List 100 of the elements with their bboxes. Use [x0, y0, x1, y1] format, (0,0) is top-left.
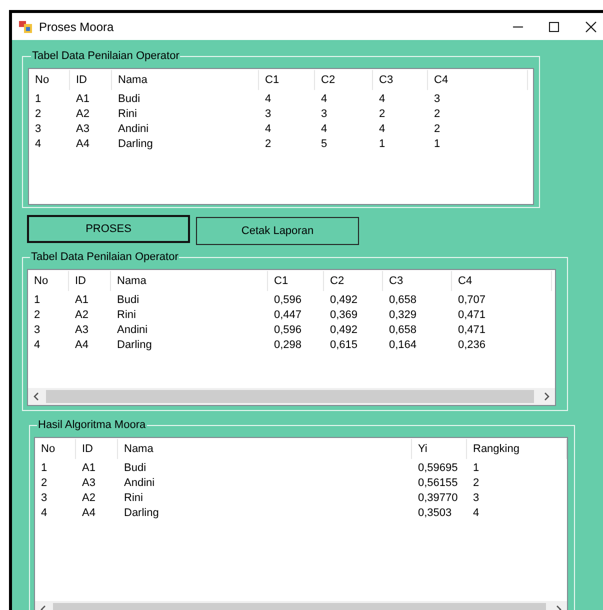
table-cell-text: 0,39770	[417, 490, 459, 504]
column-header[interactable]: C1	[259, 70, 315, 90]
table-cell-text: 0,298	[273, 338, 303, 352]
table-cell-text: 0,59695	[417, 460, 459, 474]
table-cell-text: Andini	[116, 322, 149, 336]
table-cell-text: Andini	[123, 476, 156, 490]
scrollbar-thumb[interactable]	[46, 390, 534, 403]
table-cell-text: 0,492	[329, 292, 359, 306]
table-cell-text: 5	[320, 136, 328, 150]
table-cell-text: Rini	[116, 308, 137, 322]
group-title: Tabel Data Penilaian Operator	[31, 50, 180, 63]
group-title: Hasil Algoritma Moora	[37, 419, 147, 432]
table-cell-text: 4	[33, 338, 42, 352]
maximize-icon[interactable]	[548, 20, 560, 32]
table-cell-text: 3	[34, 122, 42, 136]
table-cell-text: A2	[74, 308, 90, 322]
table-cell-text: 0,492	[329, 322, 359, 336]
close-icon[interactable]	[585, 20, 597, 32]
column-header[interactable]: No	[29, 70, 70, 90]
table-cell-text: A4	[74, 338, 90, 352]
table-cell-text: 0,471	[457, 308, 487, 322]
column-header[interactable]: Nama	[118, 439, 412, 459]
column-header[interactable]: Nama	[112, 70, 259, 90]
table-cell-text: 4	[472, 506, 480, 520]
column-header[interactable]: C2	[315, 70, 373, 90]
scroll-right-icon[interactable]	[542, 392, 551, 401]
table-cell-text: 0,707	[457, 292, 487, 306]
column-header[interactable]: C3	[373, 70, 428, 90]
table-cell-text: 0,56155	[417, 476, 459, 490]
table-cell-text: 4	[320, 122, 328, 136]
table-cell-text: A2	[81, 490, 96, 504]
column-header[interactable]: Rangking	[467, 439, 567, 459]
table-cell-text: 3	[33, 322, 42, 336]
column-header[interactable]: ID	[70, 70, 112, 90]
table-cell-text: 3	[320, 106, 328, 120]
table-cell-text: Andini	[117, 122, 150, 136]
column-header[interactable]: C4	[452, 271, 552, 291]
table-cell-text: 0,658	[388, 292, 418, 306]
table-cell-text: 4	[264, 122, 272, 136]
table-cell-text: 0,596	[273, 292, 303, 306]
table-cell-text: Budi	[116, 292, 140, 306]
table-cell-text: 0,236	[457, 338, 487, 352]
column-header[interactable]: C1	[268, 271, 324, 291]
table-cell-text: 0,164	[388, 338, 418, 352]
table-cell-text: 4	[40, 506, 48, 520]
table-cell-text: 4	[34, 136, 42, 150]
table-cell-text: 4	[264, 92, 272, 106]
table-cell-text: Rini	[117, 106, 138, 120]
table-cell-text: 2	[264, 136, 272, 150]
table-cell-text: 0,615	[329, 338, 359, 352]
table-cell-text: 2	[34, 106, 42, 120]
table-cell-text: 4	[378, 92, 386, 106]
table-cell-text: 3	[433, 92, 442, 106]
table-cell-text: A1	[75, 92, 90, 106]
table-cell-text: A1	[81, 460, 96, 474]
table-cell-text: A1	[74, 292, 90, 306]
table-cell-text: A4	[75, 136, 90, 150]
table-cell-text: A3	[81, 476, 96, 490]
column-header[interactable]: C2	[324, 271, 383, 291]
table-cell-text: Budi	[123, 460, 148, 474]
list-view[interactable]: No ID Nama C1 C2 C3 C4 1 A1 Budi 4 4 4 3 2 A2 Rini 3 3 2 2 3 A3 Andini 4 4 4 2 4 A4 Darling 2 5 1 1	[28, 68, 534, 205]
table-cell-text: 0,471	[457, 322, 487, 336]
column-header[interactable]: No	[35, 439, 76, 459]
scroll-left-icon[interactable]	[32, 392, 41, 401]
list-view[interactable]: No ID Nama C1 C2 C3 C4 1 A1 Budi 0,596 0,492 0,658 0,707 2 A2 Rini 0,447 0,369 0,329 0,471 3 A3 Andini 0,596 0,492 0,658 0,471 4 A4 Darling 0,298 0,615 0,164 0,236	[27, 269, 556, 406]
list-view[interactable]: No ID Nama Yi Rangking 1 A1 Budi 0,59695 1 2 A3 Andini 0,56155 2 3 A2 Rini 0,39770 3 4 A4 Darling 0,3503 4	[34, 437, 568, 610]
table-cell-text: A2	[75, 106, 90, 120]
column-header[interactable]: No	[28, 271, 69, 291]
table-cell-text: 3	[264, 106, 272, 120]
table-cell-text: 2	[433, 106, 442, 120]
group-title: Tabel Data Penilaian Operator	[30, 251, 180, 264]
table-cell-text: 1	[33, 292, 42, 306]
horizontal-scrollbar[interactable]	[28, 388, 555, 405]
column-header[interactable]: C3	[383, 271, 452, 291]
table-cell-text: 3	[40, 490, 48, 504]
column-header[interactable]: ID	[69, 271, 111, 291]
table-cell-text: A3	[75, 122, 90, 136]
table-cell-text: 1	[40, 460, 48, 474]
table-cell-text: Budi	[117, 92, 142, 106]
table-cell-text: Darling	[123, 506, 160, 520]
table-cell-text: 0,3503	[417, 506, 453, 520]
action-button[interactable]: PROSES	[27, 215, 190, 243]
table-cell-text: 2	[40, 476, 48, 490]
table-cell-text: 0,369	[329, 308, 359, 322]
table-cell-text: 4	[320, 92, 328, 106]
table-cell-text: 0,658	[388, 322, 418, 336]
table-cell-text: A3	[74, 322, 90, 336]
table-cell-text: 2	[378, 106, 386, 120]
table-cell-text: 4	[378, 122, 386, 136]
app-icon	[19, 20, 32, 32]
table-cell-text: 1	[378, 136, 386, 150]
table-cell-text: 2	[472, 476, 480, 490]
column-header[interactable]: ID	[76, 439, 118, 459]
column-header[interactable]: C4	[428, 70, 528, 90]
column-header[interactable]: Yi	[412, 439, 467, 459]
column-header[interactable]: Nama	[111, 271, 268, 291]
window-title: Proses Moora	[39, 20, 114, 34]
table-cell-text: Darling	[116, 338, 153, 352]
action-button[interactable]: Cetak Laporan	[196, 217, 359, 245]
table-cell-text: 0,329	[388, 308, 418, 322]
